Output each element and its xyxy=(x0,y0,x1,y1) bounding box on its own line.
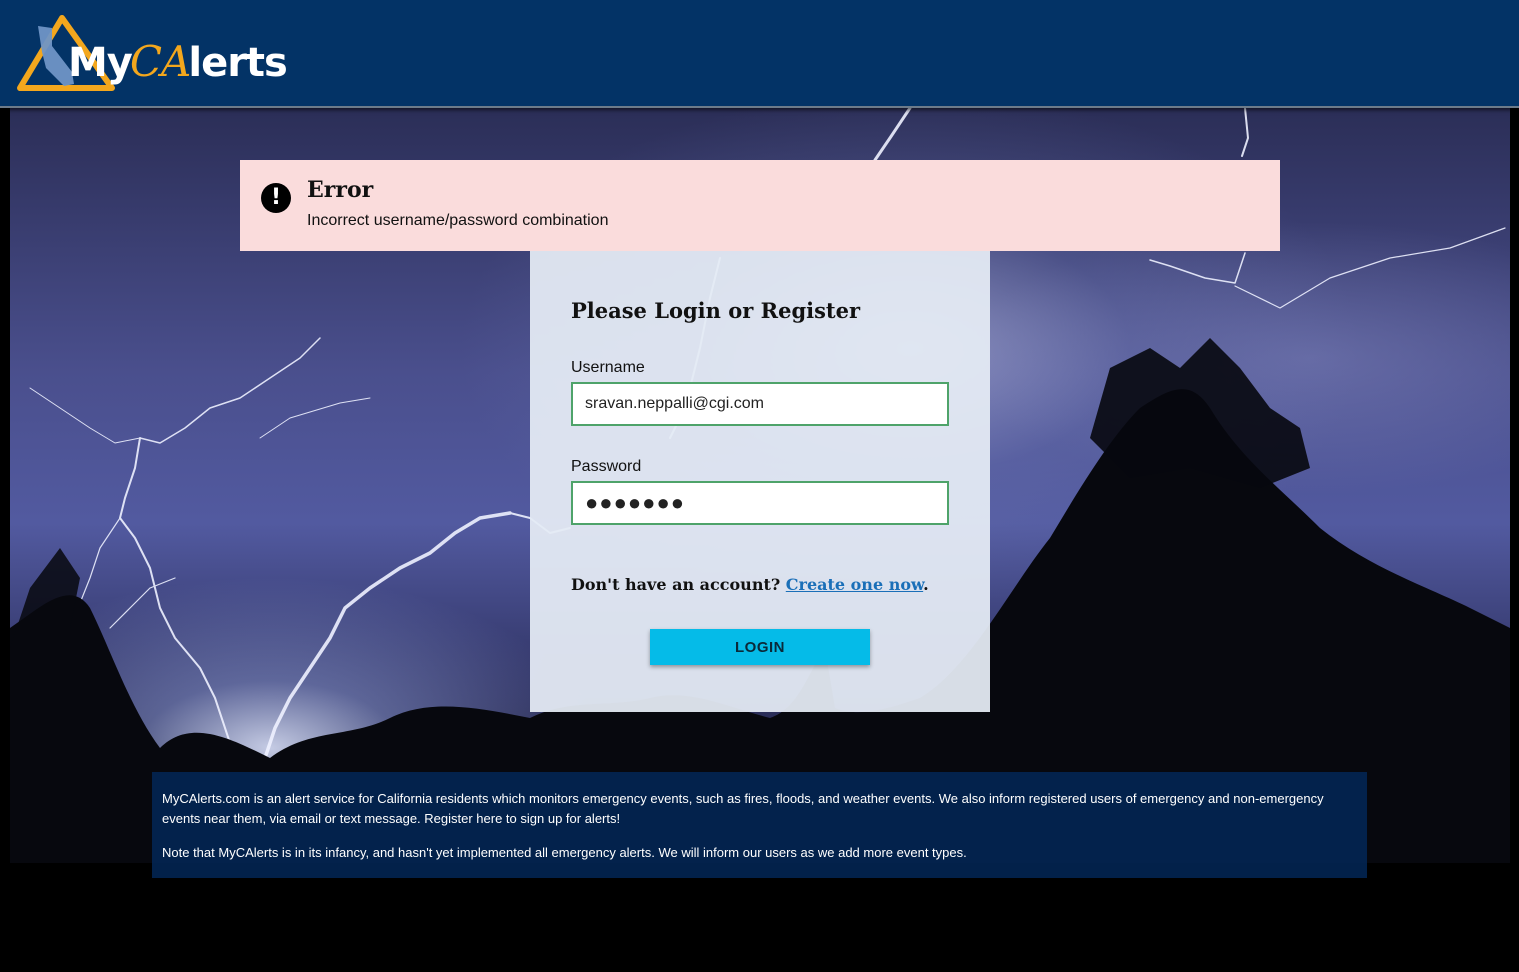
info-paragraph-intro: MyCAlerts.com is an alert service for Ca… xyxy=(162,791,1324,826)
signup-prompt: Don't have an account? Create one now. xyxy=(571,575,929,594)
site-header: MyCAlerts xyxy=(0,0,1519,108)
logo-wordmark: MyCAlerts xyxy=(68,37,288,87)
signup-suffix: . xyxy=(923,575,929,594)
username-label: Username xyxy=(571,359,645,376)
username-input[interactable] xyxy=(571,382,949,426)
login-title: Please Login or Register xyxy=(571,298,861,323)
info-paragraph-note: Note that MyCAlerts is in its infancy, a… xyxy=(162,845,967,860)
error-banner: ! Error Incorrect username/password comb… xyxy=(240,160,1280,251)
login-card: Please Login or Register Username Passwo… xyxy=(530,251,990,712)
password-input[interactable] xyxy=(571,481,949,525)
info-panel: MyCAlerts.com is an alert service for Ca… xyxy=(152,772,1367,878)
create-account-link[interactable]: Create one now xyxy=(786,575,923,594)
password-label: Password xyxy=(571,458,642,475)
signup-prompt-text: Don't have an account? xyxy=(571,575,786,594)
exclamation-circle-icon: ! xyxy=(261,183,291,213)
mycalerts-logo[interactable]: MyCAlerts xyxy=(12,12,288,96)
login-button[interactable]: LOGIN xyxy=(650,629,870,665)
error-title: Error xyxy=(307,177,374,203)
error-message: Incorrect username/password combination xyxy=(307,212,609,229)
